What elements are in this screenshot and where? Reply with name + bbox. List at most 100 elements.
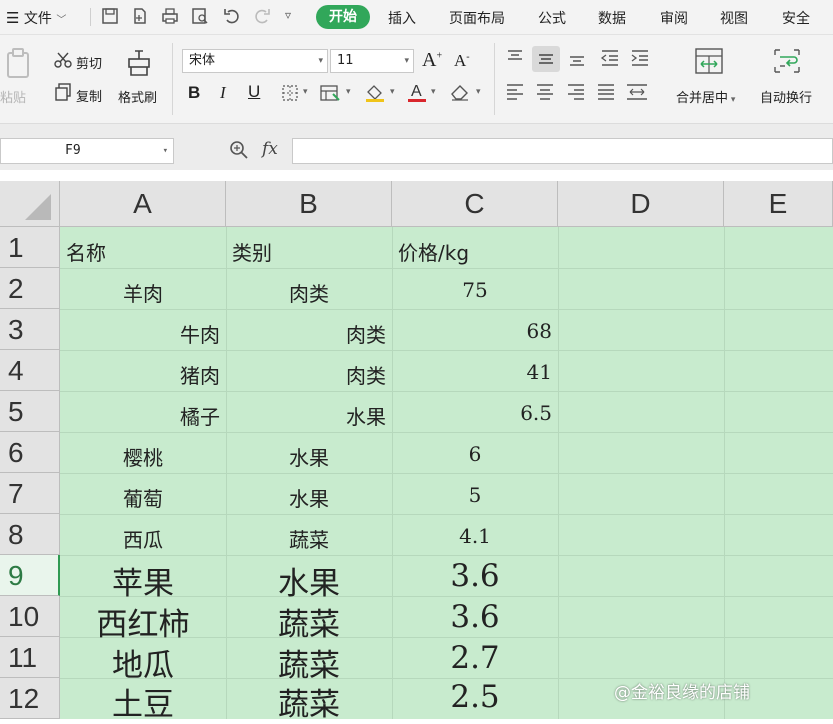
cell-a6[interactable]: 樱桃	[60, 442, 226, 471]
formula-input[interactable]	[292, 138, 833, 164]
cell-c11[interactable]: 2.7	[392, 640, 558, 676]
save-icon[interactable]	[100, 6, 120, 26]
zoom-icon[interactable]	[229, 140, 249, 164]
fx-icon[interactable]: fx	[262, 139, 278, 159]
align-right-icon[interactable]	[567, 83, 585, 101]
row-header-6[interactable]: 6	[0, 432, 60, 473]
cell-c8[interactable]: 4.1	[392, 524, 558, 548]
column-header-e[interactable]: E	[724, 181, 833, 227]
chevron-down-icon[interactable]: ▾	[476, 87, 481, 97]
cell-a2[interactable]: 羊肉	[60, 278, 226, 307]
cell-a3[interactable]: 牛肉	[60, 319, 220, 348]
font-color-icon[interactable]: A	[406, 81, 428, 103]
cell-b1[interactable]: 类别	[232, 237, 272, 266]
borders-icon[interactable]	[282, 85, 300, 101]
column-header-c[interactable]: C	[392, 181, 558, 227]
align-top-icon[interactable]	[506, 49, 524, 67]
align-bottom-icon[interactable]	[568, 49, 586, 67]
tab-formulas[interactable]: 公式	[538, 8, 566, 28]
undo-icon[interactable]	[222, 6, 242, 26]
cell-c7[interactable]: 5	[392, 483, 558, 507]
align-left-icon[interactable]	[506, 83, 524, 101]
cell-b6[interactable]: 水果	[226, 442, 392, 471]
cell-c12[interactable]: 2.5	[392, 679, 558, 715]
row-header-2[interactable]: 2	[0, 268, 60, 309]
row-header-11[interactable]: 11	[0, 637, 60, 678]
cell-a1[interactable]: 名称	[66, 237, 106, 266]
cell-c10[interactable]: 3.6	[392, 599, 558, 635]
cell-a4[interactable]: 猪肉	[60, 360, 220, 389]
italic-icon[interactable]: I	[220, 83, 226, 103]
row-header-5[interactable]: 5	[0, 391, 60, 432]
increase-font-size-icon[interactable]: A+	[422, 49, 442, 72]
fill-color-icon[interactable]	[364, 83, 386, 103]
decrease-indent-icon[interactable]	[600, 49, 620, 67]
merge-center-icon[interactable]	[694, 47, 724, 75]
cell-b9[interactable]: 水果	[226, 558, 392, 603]
cell-b8[interactable]: 蔬菜	[226, 524, 392, 553]
wrap-text-icon[interactable]	[772, 47, 802, 75]
fill-style-icon[interactable]	[320, 85, 342, 101]
tab-data[interactable]: 数据	[598, 8, 626, 28]
tab-page-layout[interactable]: 页面布局	[449, 8, 505, 28]
tab-start[interactable]: 开始	[316, 5, 370, 29]
chevron-down-icon[interactable]: ▾	[303, 87, 308, 97]
column-header-d[interactable]: D	[558, 181, 724, 227]
merge-center-button[interactable]: 合并居中 ▾	[676, 87, 735, 106]
row-header-12[interactable]: 12	[0, 678, 60, 719]
font-name-select[interactable]: 宋体 ▾	[182, 49, 328, 73]
distributed-align-icon[interactable]	[626, 83, 648, 101]
chevron-down-icon[interactable]: ▾	[431, 87, 436, 97]
cell-c4[interactable]: 41	[392, 360, 552, 384]
align-center-icon[interactable]	[536, 83, 554, 101]
row-header-4[interactable]: 4	[0, 350, 60, 391]
bold-icon[interactable]: B	[188, 83, 200, 103]
cell-b10[interactable]: 蔬菜	[226, 599, 392, 644]
select-all-corner[interactable]	[0, 181, 60, 227]
cell-a8[interactable]: 西瓜	[60, 524, 226, 553]
row-header-9[interactable]: 9	[0, 555, 60, 596]
cell-b12[interactable]: 蔬菜	[226, 679, 392, 724]
column-header-b[interactable]: B	[226, 181, 392, 227]
chevron-down-icon[interactable]: ▾	[390, 87, 395, 97]
cell-c9[interactable]: 3.6	[392, 558, 558, 594]
decrease-font-size-icon[interactable]: A-	[454, 51, 470, 71]
justify-icon[interactable]	[597, 83, 615, 101]
name-box[interactable]: F9 ▾	[0, 138, 174, 164]
cell-a9[interactable]: 苹果	[60, 558, 226, 603]
cell-b4[interactable]: 肉类	[226, 360, 386, 389]
underline-icon[interactable]: U	[248, 82, 260, 102]
cell-a5[interactable]: 橘子	[60, 401, 220, 430]
cell-a10[interactable]: 西红柿	[60, 599, 226, 644]
row-header-3[interactable]: 3	[0, 309, 60, 350]
cell-c3[interactable]: 68	[392, 319, 552, 343]
row-header-7[interactable]: 7	[0, 473, 60, 514]
print-icon[interactable]	[160, 6, 180, 26]
font-size-select[interactable]: 11 ▾	[330, 49, 414, 73]
row-header-1[interactable]: 1	[0, 227, 60, 268]
cell-c5[interactable]: 6.5	[392, 401, 552, 425]
tab-view[interactable]: 视图	[720, 8, 748, 28]
cell-c6[interactable]: 6	[392, 442, 558, 466]
tab-insert[interactable]: 插入	[388, 8, 416, 28]
format-painter-button[interactable]: 格式刷	[118, 87, 157, 106]
redo-icon[interactable]	[252, 6, 272, 26]
wrap-text-button[interactable]: 自动换行	[760, 87, 812, 106]
cell-b2[interactable]: 肉类	[226, 278, 392, 307]
cell-c2[interactable]: 75	[392, 278, 558, 302]
cell-a12[interactable]: 土豆	[60, 679, 226, 724]
row-header-8[interactable]: 8	[0, 514, 60, 555]
cut-button[interactable]: 剪切	[76, 53, 102, 72]
cell-b3[interactable]: 肉类	[226, 319, 386, 348]
cell-a7[interactable]: 葡萄	[60, 483, 226, 512]
align-middle-icon[interactable]	[532, 46, 560, 72]
export-icon[interactable]	[130, 6, 150, 26]
row-header-10[interactable]: 10	[0, 596, 60, 637]
cell-c1[interactable]: 价格/kg	[398, 237, 469, 266]
paste-label[interactable]: 粘贴	[0, 87, 26, 106]
increase-indent-icon[interactable]	[630, 49, 650, 67]
paste-icon[interactable]	[4, 47, 34, 79]
cell-b5[interactable]: 水果	[226, 401, 386, 430]
file-menu[interactable]: ☰ 文件 ﹀	[6, 8, 66, 28]
eraser-icon[interactable]	[450, 83, 470, 101]
